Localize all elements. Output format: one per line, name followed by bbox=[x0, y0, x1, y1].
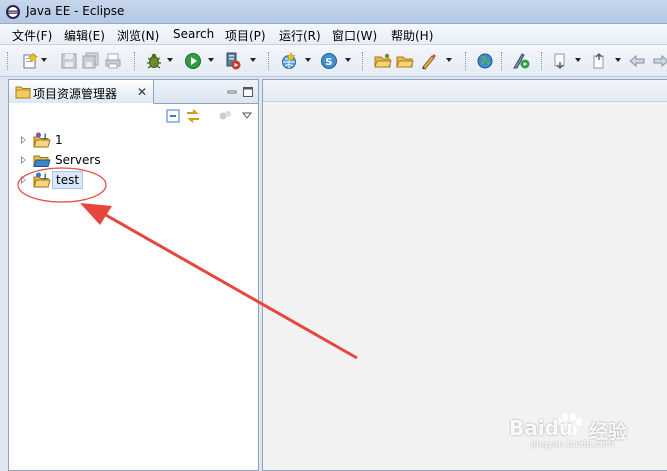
view-menu-chevron-down-icon[interactable] bbox=[239, 108, 255, 124]
open-folder-icon[interactable] bbox=[396, 52, 414, 70]
svg-text:S: S bbox=[325, 57, 332, 68]
toolbar-separator bbox=[134, 52, 136, 70]
run-server-dropdown-arrow[interactable] bbox=[250, 58, 256, 62]
collapse-all-icon[interactable] bbox=[165, 108, 181, 124]
java-project-icon: J bbox=[33, 132, 51, 148]
close-icon[interactable]: ✕ bbox=[137, 85, 147, 99]
title-bar: Java EE - Eclipse bbox=[0, 0, 667, 24]
expand-arrow-icon[interactable] bbox=[21, 176, 26, 184]
new-web-project-icon[interactable] bbox=[280, 52, 298, 70]
back-icon[interactable] bbox=[628, 52, 646, 70]
menu-help[interactable]: 帮助(H) bbox=[391, 27, 433, 44]
debug-dropdown-arrow[interactable] bbox=[167, 58, 173, 62]
editor-header bbox=[263, 80, 667, 102]
expand-arrow-icon[interactable] bbox=[21, 156, 26, 164]
web-project-icon: J bbox=[33, 172, 51, 188]
watermark-domain: jingyan.baidu.com bbox=[531, 440, 615, 450]
new-dropdown-arrow[interactable] bbox=[41, 58, 47, 62]
window-title: Java EE - Eclipse bbox=[26, 4, 125, 18]
search-dropdown-arrow[interactable] bbox=[446, 58, 452, 62]
minimize-icon[interactable] bbox=[226, 86, 238, 98]
prev-annotation-dropdown-arrow[interactable] bbox=[615, 58, 621, 62]
view-header bbox=[154, 80, 258, 104]
main-toolbar: S bbox=[0, 45, 667, 77]
forward-icon[interactable] bbox=[652, 52, 667, 70]
folder-open-icon bbox=[33, 155, 51, 167]
maximize-icon[interactable] bbox=[242, 86, 254, 98]
filter-icon[interactable] bbox=[217, 108, 233, 124]
menu-window[interactable]: 窗口(W) bbox=[332, 27, 377, 44]
project-explorer-view: 项目资源管理器 ✕ J 1 Servers J test bbox=[8, 79, 259, 471]
next-annotation-icon[interactable] bbox=[552, 52, 570, 70]
new-class-dropdown-arrow[interactable] bbox=[345, 58, 351, 62]
tree-item-label: 1 bbox=[55, 133, 63, 147]
prev-annotation-icon[interactable] bbox=[591, 52, 609, 70]
menu-search[interactable]: Search bbox=[173, 27, 214, 41]
toolbar-separator bbox=[501, 52, 503, 70]
menu-file[interactable]: 文件(F) bbox=[12, 27, 52, 44]
eclipse-logo-icon bbox=[6, 5, 20, 19]
svg-text:J: J bbox=[43, 132, 46, 140]
print-icon[interactable] bbox=[104, 52, 122, 70]
link-with-editor-icon[interactable] bbox=[185, 108, 201, 124]
tab-project-explorer[interactable]: 项目资源管理器 ✕ bbox=[9, 80, 154, 104]
save-icon[interactable] bbox=[60, 52, 78, 70]
toolbar-separator bbox=[268, 52, 270, 70]
menu-navigate[interactable]: 浏览(N) bbox=[117, 27, 159, 44]
watermark-brand: Baidu bbox=[509, 416, 574, 440]
explorer-folder-icon bbox=[15, 86, 31, 99]
toolbar-separator bbox=[362, 52, 364, 70]
run-icon[interactable] bbox=[184, 52, 202, 70]
explorer-toolbar bbox=[9, 104, 258, 128]
tree-item-servers[interactable]: Servers bbox=[9, 150, 258, 170]
svg-text:J: J bbox=[43, 172, 46, 180]
menu-edit[interactable]: 编辑(E) bbox=[64, 27, 105, 44]
new-wizard-icon[interactable] bbox=[21, 52, 39, 70]
toolbar-separator bbox=[465, 52, 467, 70]
run-server-icon[interactable] bbox=[224, 52, 242, 70]
search-pen-icon[interactable] bbox=[420, 52, 438, 70]
tree-item-1[interactable]: J 1 bbox=[9, 130, 258, 150]
toolbar-separator bbox=[7, 52, 9, 70]
run-dropdown-arrow[interactable] bbox=[208, 58, 214, 62]
open-project-icon[interactable] bbox=[374, 52, 392, 70]
new-class-icon[interactable]: S bbox=[320, 52, 338, 70]
tab-label: 项目资源管理器 bbox=[33, 87, 118, 101]
tree-item-test[interactable]: J test bbox=[9, 170, 258, 190]
next-annotation-dropdown-arrow[interactable] bbox=[575, 58, 581, 62]
menu-bar: 文件(F) 编辑(E) 浏览(N) Search 项目(P) 运行(R) 窗口(… bbox=[0, 24, 667, 45]
new-web-dropdown-arrow[interactable] bbox=[305, 58, 311, 62]
globe-icon[interactable] bbox=[476, 52, 494, 70]
baidu-watermark: Baidu 经验 jingyan.baidu.com bbox=[509, 412, 659, 452]
expand-arrow-icon[interactable] bbox=[21, 136, 26, 144]
debug-icon[interactable] bbox=[145, 52, 163, 70]
tree-item-label: Servers bbox=[55, 153, 101, 167]
menu-project[interactable]: 项目(P) bbox=[225, 27, 266, 44]
tree-item-label: test bbox=[52, 171, 84, 189]
save-all-icon[interactable] bbox=[82, 52, 100, 70]
menu-run[interactable]: 运行(R) bbox=[279, 27, 321, 44]
run-last-icon[interactable] bbox=[512, 52, 530, 70]
toolbar-separator bbox=[541, 52, 543, 70]
